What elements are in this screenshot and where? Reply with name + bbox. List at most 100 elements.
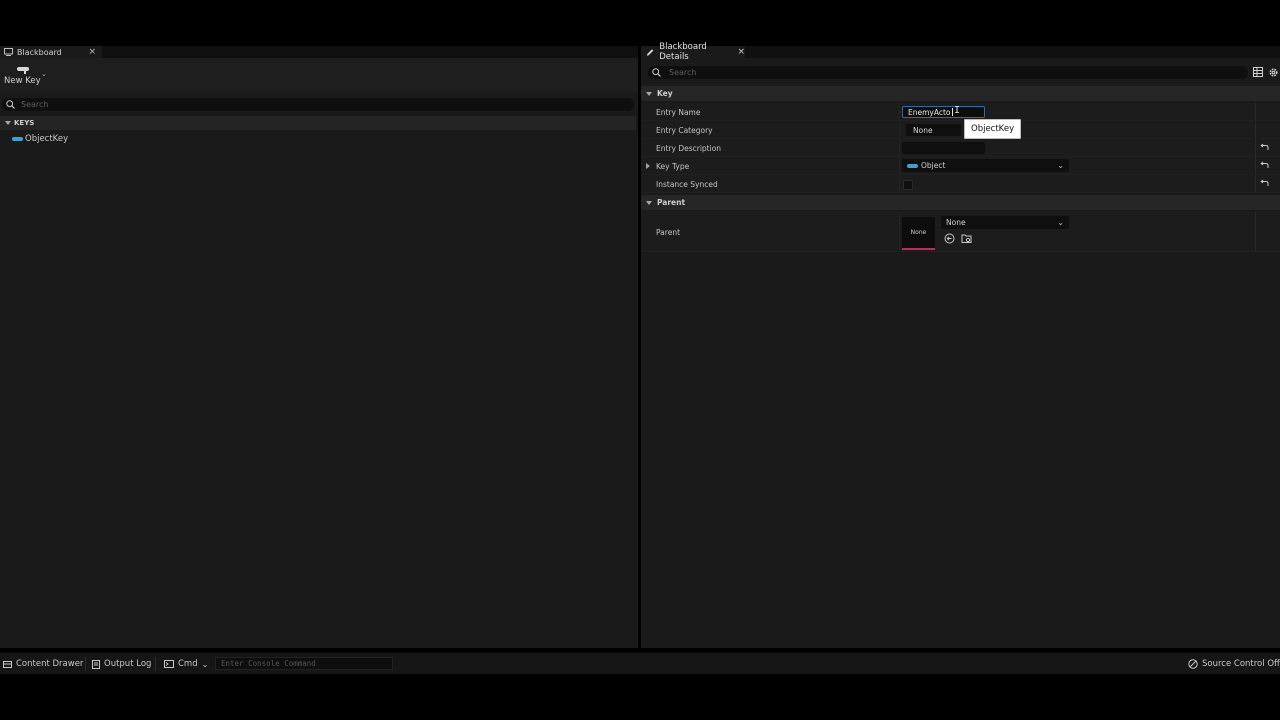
entry-category-value: None	[913, 125, 933, 135]
reset-to-default-icon[interactable]	[1260, 143, 1269, 152]
collapse-arrow-icon[interactable]	[646, 91, 652, 96]
terminal-icon	[164, 660, 174, 668]
column-divider	[899, 103, 900, 120]
blackboard-details-panel: Blackboard Details × Key Entry Name Enem…	[641, 42, 1280, 648]
entry-name-row: Entry Name EnemyActo I	[641, 103, 1280, 121]
parent-asset-thumbnail[interactable]: None	[902, 217, 935, 250]
entry-category-label: Entry Category	[656, 125, 713, 135]
column-divider	[1255, 121, 1256, 138]
reset-to-default-icon[interactable]	[1260, 179, 1269, 188]
key-type-row: Key Type Object ⌄	[641, 157, 1280, 175]
new-key-button[interactable]: New Key ⌄	[4, 66, 54, 90]
key-type-label: Key Type	[656, 161, 690, 171]
instance-synced-checkbox[interactable]	[903, 180, 913, 190]
console-command-input[interactable]	[215, 657, 393, 670]
collapse-arrow-icon[interactable]	[5, 121, 11, 125]
text-caret	[951, 108, 953, 116]
cmd-dropdown[interactable]: Cmd ⌄	[164, 657, 208, 671]
content-drawer-icon	[3, 660, 12, 668]
entry-name-input[interactable]: EnemyActo	[902, 106, 985, 118]
entry-name-tooltip: ObjectKey	[964, 119, 1022, 139]
object-type-pill-icon	[12, 136, 23, 141]
key-section-label: Key	[657, 89, 673, 98]
key-section-header[interactable]: Key	[641, 86, 1280, 101]
details-search-box	[648, 66, 1248, 79]
key-type-dropdown[interactable]: Object ⌄	[902, 159, 1069, 172]
search-icon	[6, 100, 15, 109]
output-log-icon	[92, 659, 100, 669]
collapse-arrow-icon[interactable]	[646, 200, 652, 205]
content-drawer-label: Content Drawer	[16, 659, 84, 669]
details-tab-strip: Blackboard Details ×	[641, 42, 1280, 62]
column-divider	[1255, 175, 1256, 192]
close-icon[interactable]: ×	[737, 47, 745, 57]
source-control-off-icon	[1188, 659, 1198, 669]
entry-category-input[interactable]: None	[906, 124, 961, 136]
tab-blackboard[interactable]: Blackboard ×	[0, 46, 102, 58]
key-type-value: Object	[921, 161, 946, 170]
chevron-down-icon: ⌄	[1057, 161, 1064, 170]
column-divider	[899, 212, 900, 251]
tab-details-label: Blackboard Details	[659, 42, 707, 62]
parent-row: Parent None None ⌄	[641, 212, 1280, 252]
column-divider	[1255, 139, 1256, 156]
status-separator	[155, 657, 156, 671]
details-search-input[interactable]	[669, 68, 1229, 77]
pencil-icon	[646, 48, 654, 56]
column-divider	[899, 175, 900, 192]
key-label: ObjectKey	[25, 133, 69, 144]
tab-blackboard-label: Blackboard	[17, 47, 62, 57]
blackboard-panel: Blackboard × New Key ⌄ KEYS ObjectKey	[0, 46, 638, 648]
search-icon	[652, 68, 661, 77]
instance-synced-label: Instance Synced	[656, 179, 718, 189]
tab-blackboard-details[interactable]: Blackboard Details ×	[641, 42, 745, 62]
entry-description-row: Entry Description	[641, 139, 1280, 157]
entry-name-label: Entry Name	[656, 107, 701, 117]
parent-section-label: Parent	[657, 198, 686, 207]
output-log-label: Output Log	[104, 659, 152, 669]
blackboard-icon	[4, 48, 13, 56]
parent-value: None	[946, 218, 966, 227]
blackboard-tab-strip: Blackboard ×	[0, 46, 638, 58]
keys-header-label: KEYS	[14, 119, 35, 127]
object-type-pill-icon	[907, 163, 918, 168]
parent-asset-dropdown[interactable]: None ⌄	[941, 216, 1069, 229]
gear-icon[interactable]	[1268, 67, 1279, 78]
list-item-objectkey[interactable]: ObjectKey	[12, 133, 68, 144]
ibeam-cursor-icon: I	[954, 105, 961, 116]
output-log-button[interactable]: Output Log	[92, 657, 151, 671]
entry-name-value: EnemyActo	[908, 107, 951, 117]
chevron-down-icon: ⌄	[1057, 218, 1064, 227]
instance-synced-row: Instance Synced	[641, 175, 1280, 193]
new-key-label: New Key	[4, 76, 41, 86]
column-divider	[899, 139, 900, 156]
use-selected-asset-icon[interactable]	[944, 233, 955, 244]
column-divider	[1255, 157, 1256, 174]
content-drawer-button[interactable]: Content Drawer	[3, 657, 83, 671]
entry-description-label: Entry Description	[656, 143, 722, 153]
table-view-icon[interactable]	[1253, 67, 1263, 77]
column-divider	[899, 157, 900, 174]
thumbnail-label: None	[910, 229, 927, 236]
close-icon[interactable]: ×	[88, 46, 96, 58]
cmd-label: Cmd	[178, 659, 198, 669]
source-control-button[interactable]: Source Control Off	[1188, 657, 1280, 671]
parent-label: Parent	[656, 227, 681, 237]
column-divider	[1255, 212, 1256, 251]
entry-category-row: Entry Category None	[641, 121, 1280, 139]
entry-description-input[interactable]	[902, 142, 985, 154]
top-black-bar	[0, 0, 1280, 46]
expand-arrow-icon[interactable]	[646, 163, 650, 169]
bottom-black-bar	[0, 674, 1280, 720]
blackboard-search-box	[2, 98, 634, 111]
chevron-down-icon[interactable]: ⌄	[41, 70, 47, 78]
blackboard-search-input[interactable]	[21, 100, 581, 109]
parent-section-header[interactable]: Parent	[641, 195, 1280, 210]
keys-category-header[interactable]: KEYS	[0, 116, 636, 130]
column-divider	[1255, 103, 1256, 120]
source-control-label: Source Control Off	[1202, 659, 1280, 669]
reset-to-default-icon[interactable]	[1260, 161, 1269, 170]
new-key-icon	[17, 67, 29, 74]
browse-folder-icon[interactable]	[961, 233, 972, 244]
status-separator	[85, 657, 86, 671]
